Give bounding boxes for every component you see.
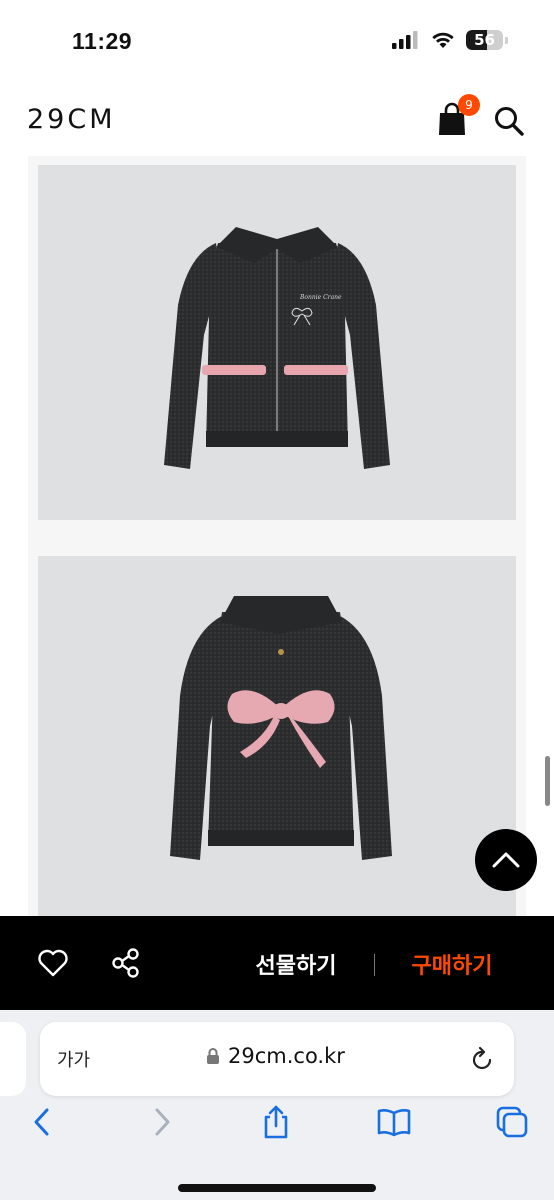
back-button[interactable]	[22, 1102, 62, 1142]
share-icon	[112, 948, 139, 978]
search-icon	[495, 107, 524, 136]
scroll-to-top-icon	[492, 852, 520, 868]
bookmarks-icon	[377, 1109, 411, 1137]
product-image-back	[38, 556, 516, 916]
address-bar[interactable]: 가가 29cm.co.kr	[40, 1022, 514, 1096]
status-time: 11:29	[72, 28, 133, 54]
product-detail-content: Bonnie Crane	[0, 156, 554, 916]
reload-icon	[472, 1046, 492, 1070]
action-divider	[374, 954, 375, 976]
product-image-front: Bonnie Crane	[38, 165, 516, 520]
browser-toolbar	[0, 1102, 554, 1162]
cart-count-badge: 9	[458, 94, 480, 116]
svg-text:Bonnie Crane: Bonnie Crane	[299, 294, 342, 301]
text-size-button[interactable]: 가가	[57, 1046, 90, 1072]
tabs-button[interactable]	[492, 1102, 532, 1142]
back-icon	[34, 1108, 49, 1136]
battery-level: 56	[474, 31, 495, 49]
purchase-action-bar: 선물하기 구매하기	[0, 916, 554, 1010]
search-button[interactable]	[492, 104, 526, 138]
site-header: 29CM 9	[0, 80, 554, 156]
forward-button[interactable]	[142, 1102, 182, 1142]
status-bar: 11:29 56	[0, 0, 554, 80]
gift-button[interactable]: 선물하기	[240, 948, 352, 980]
wifi-icon	[432, 32, 454, 48]
scroll-indicator[interactable]	[545, 756, 550, 806]
site-logo[interactable]: 29CM	[27, 104, 116, 135]
previous-tab-preview[interactable]	[0, 1022, 26, 1096]
scroll-to-top-button[interactable]	[475, 829, 537, 891]
like-button[interactable]	[36, 946, 70, 980]
url-field[interactable]: 29cm.co.kr	[206, 1044, 345, 1068]
share-sheet-icon	[264, 1105, 288, 1139]
share-sheet-button[interactable]	[256, 1102, 296, 1142]
reload-button[interactable]	[468, 1046, 496, 1074]
bookmarks-button[interactable]	[374, 1102, 414, 1142]
battery-icon: 56	[466, 30, 503, 50]
url-text: 29cm.co.kr	[228, 1044, 345, 1068]
forward-icon	[155, 1108, 170, 1136]
status-icons: 56	[392, 30, 508, 50]
share-button[interactable]	[109, 946, 143, 980]
cart-button[interactable]: 9	[436, 94, 480, 136]
heart-icon	[38, 949, 68, 977]
home-indicator	[178, 1184, 376, 1192]
tabs-icon	[496, 1106, 528, 1138]
signal-icon	[392, 31, 418, 49]
lock-icon	[207, 1048, 219, 1064]
buy-button[interactable]: 구매하기	[396, 948, 508, 980]
browser-chrome: 가가 29cm.co.kr	[0, 1010, 554, 1200]
